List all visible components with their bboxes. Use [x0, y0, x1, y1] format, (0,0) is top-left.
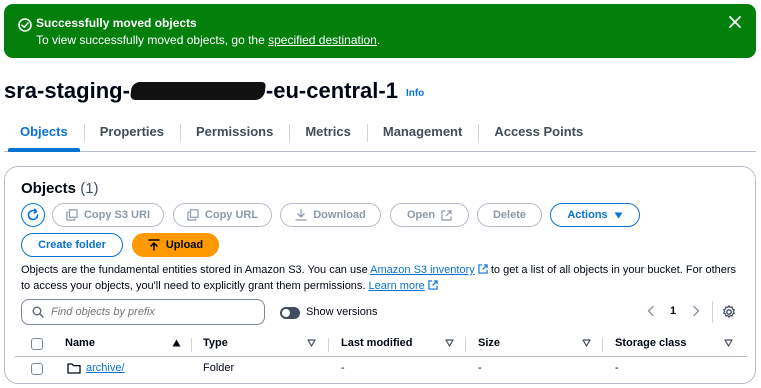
folder-icon [67, 363, 81, 374]
objects-table-header: Name Type Last modified Size Storage cla… [15, 333, 747, 357]
sort-icon[interactable] [582, 339, 591, 347]
sort-icon[interactable] [307, 339, 316, 347]
show-versions-label: Show versions [306, 306, 378, 318]
show-versions-toggle[interactable] [280, 307, 300, 319]
pager-divider [712, 301, 713, 323]
copy-s3-uri-label: Copy S3 URI [83, 209, 150, 221]
actions-label: Actions [567, 209, 608, 221]
objects-count: (1) [80, 180, 99, 197]
bucket-name-suffix: -eu-central-1 [265, 78, 398, 103]
download-label: Download [313, 209, 366, 221]
column-size[interactable]: Size [478, 337, 500, 349]
column-divider [465, 338, 466, 352]
row-checkbox[interactable] [31, 363, 43, 375]
actions-dropdown[interactable]: Actions [550, 203, 640, 227]
download-icon [295, 209, 307, 221]
create-folder-button[interactable]: Create folder [21, 233, 123, 257]
tab-permissions[interactable]: Permissions [180, 118, 289, 151]
sort-ascending-icon[interactable] [172, 339, 181, 347]
copy-icon [66, 209, 78, 221]
column-divider [328, 338, 329, 352]
create-folder-label: Create folder [38, 239, 106, 251]
description-text-1: Objects are the fundamental entities sto… [21, 264, 371, 276]
bucket-name-prefix: sra-staging- [4, 78, 130, 103]
external-link-icon [428, 279, 438, 290]
object-name: archive/ [86, 362, 125, 374]
tab-management[interactable]: Management [366, 118, 478, 151]
tab-metrics[interactable]: Metrics [289, 118, 367, 151]
download-button[interactable]: Download [280, 203, 381, 227]
sort-icon[interactable] [445, 339, 454, 347]
s3-inventory-link[interactable]: Amazon S3 inventory [370, 264, 475, 276]
flash-message: To view successfully moved objects, go t… [36, 33, 380, 47]
objects-heading: Objects (1) [21, 180, 99, 197]
objects-description: Objects are the fundamental entities sto… [21, 263, 743, 294]
flash-message-end: . [376, 33, 381, 47]
specified-destination-link[interactable]: specified destination [268, 33, 377, 47]
column-divider [191, 338, 192, 352]
gear-icon[interactable] [722, 305, 736, 319]
copy-url-button[interactable]: Copy URL [173, 203, 272, 227]
bucket-title: sra-staging- -eu-central-1 Info [4, 78, 424, 104]
tab-access-points[interactable]: Access Points [478, 118, 599, 151]
table-row: archive/ Folder - - - [15, 357, 747, 381]
refresh-button[interactable] [21, 203, 45, 227]
object-storage-class: - [615, 362, 619, 374]
column-divider [602, 338, 603, 352]
object-type: Folder [203, 362, 235, 374]
external-link-icon [441, 209, 452, 221]
chevron-right-icon[interactable] [691, 305, 701, 317]
object-last-modified: - [341, 362, 345, 374]
sort-icon[interactable] [724, 339, 733, 347]
refresh-icon [27, 208, 39, 221]
folder-link[interactable]: archive/ [86, 362, 125, 374]
check-circle-icon [18, 18, 32, 32]
flash-title: Successfully moved objects [36, 16, 197, 30]
caret-down-icon [614, 212, 623, 218]
column-last-modified[interactable]: Last modified [341, 337, 413, 349]
redacted-area [129, 82, 266, 100]
delete-label: Delete [492, 209, 527, 221]
upload-button[interactable]: Upload [132, 233, 219, 257]
open-button[interactable]: Open [390, 203, 469, 227]
delete-button[interactable]: Delete [477, 203, 542, 227]
external-link-icon [478, 264, 488, 274]
column-type[interactable]: Type [203, 337, 228, 349]
search-icon [32, 306, 44, 318]
copy-icon [187, 209, 199, 221]
flash-message-text: To view successfully moved objects, go t… [36, 33, 269, 47]
search-input[interactable] [51, 306, 251, 318]
column-storage-class[interactable]: Storage class [615, 337, 687, 349]
objects-panel: Objects (1) Copy S3 URI Copy URL Downloa… [4, 166, 756, 384]
search-box [21, 299, 265, 325]
column-name[interactable]: Name [65, 337, 95, 349]
select-all-checkbox[interactable] [31, 338, 43, 350]
info-link[interactable]: Info [406, 88, 424, 99]
success-flash-banner: Successfully moved objects To view succe… [4, 4, 756, 58]
objects-heading-text: Objects [21, 180, 77, 197]
tab-objects[interactable]: Objects [4, 118, 84, 152]
upload-icon [148, 239, 160, 251]
copy-url-label: Copy URL [204, 209, 259, 221]
tab-properties[interactable]: Properties [83, 118, 180, 151]
object-size: - [478, 362, 482, 374]
bucket-tabs: Objects Properties Permissions Metrics M… [4, 118, 756, 152]
chevron-left-icon[interactable] [646, 305, 656, 317]
close-icon[interactable] [728, 15, 742, 29]
open-label: Open [406, 209, 436, 221]
learn-more-link[interactable]: Learn more [369, 280, 425, 292]
upload-label: Upload [165, 239, 204, 251]
page-number[interactable]: 1 [670, 305, 676, 317]
copy-s3-uri-button[interactable]: Copy S3 URI [52, 203, 164, 227]
